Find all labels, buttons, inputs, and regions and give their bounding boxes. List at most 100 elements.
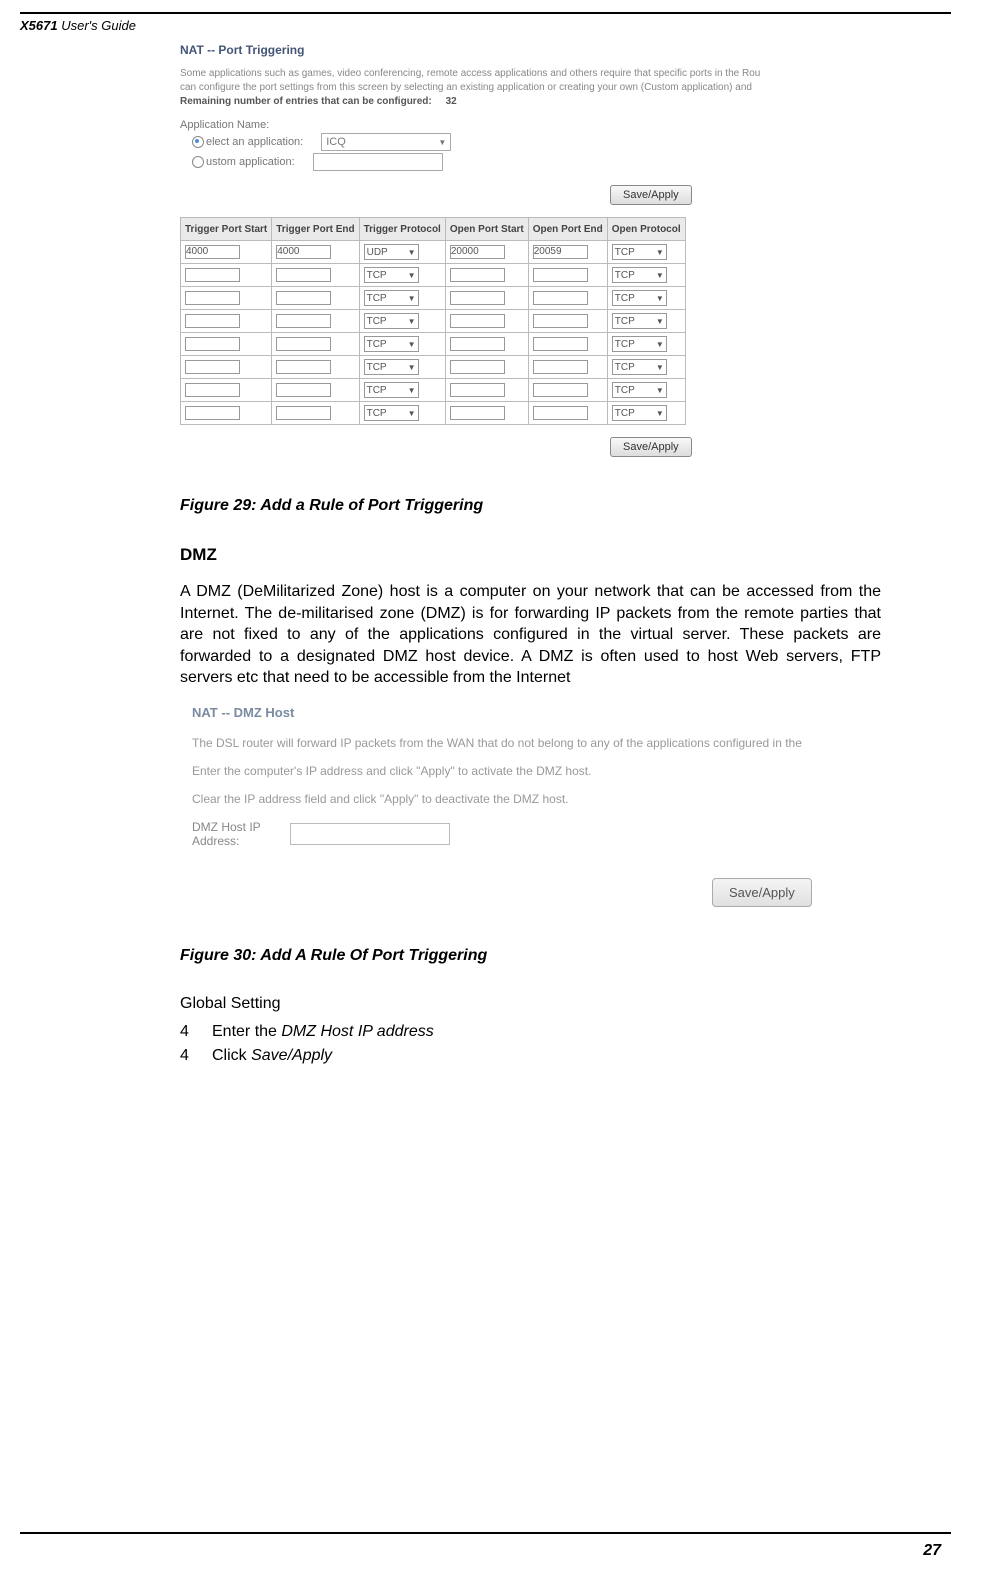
step-1-text: Enter the DMZ Host IP address (212, 1023, 434, 1041)
table-row: TCP▼ TCP▼ (181, 287, 686, 310)
port-input[interactable]: 20059 (533, 245, 588, 259)
port-input[interactable] (533, 314, 588, 328)
chevron-down-icon: ▼ (408, 363, 416, 372)
chevron-down-icon: ▼ (656, 294, 664, 303)
step-2-text: Click Save/Apply (212, 1047, 332, 1065)
port-input[interactable] (185, 360, 240, 374)
select-app-label: elect an application: (206, 136, 303, 148)
protocol-select[interactable]: TCP▼ (612, 244, 667, 260)
product-name: X5671 (20, 18, 58, 33)
port-input[interactable] (276, 337, 331, 351)
custom-application-input[interactable] (313, 153, 443, 171)
protocol-select[interactable]: TCP▼ (612, 290, 667, 306)
port-triggering-table: Trigger Port Start Trigger Port End Trig… (180, 217, 686, 425)
chevron-down-icon: ▼ (656, 409, 664, 418)
chevron-down-icon: ▼ (438, 138, 446, 147)
port-input[interactable] (185, 383, 240, 397)
protocol-select[interactable]: TCP▼ (612, 313, 667, 329)
chevron-down-icon: ▼ (408, 340, 416, 349)
protocol-select[interactable]: TCP▼ (364, 313, 419, 329)
chevron-down-icon: ▼ (408, 271, 416, 280)
protocol-select[interactable]: TCP▼ (612, 405, 667, 421)
table-row: TCP▼ TCP▼ (181, 333, 686, 356)
port-input[interactable] (185, 268, 240, 282)
port-input[interactable] (533, 383, 588, 397)
app-name-label: Application Name: (180, 119, 881, 131)
chevron-down-icon: ▼ (408, 248, 416, 257)
chevron-down-icon: ▼ (656, 248, 664, 257)
chevron-down-icon: ▼ (656, 386, 664, 395)
port-input[interactable] (450, 406, 505, 420)
port-input[interactable] (185, 291, 240, 305)
protocol-select[interactable]: TCP▼ (364, 382, 419, 398)
port-input[interactable] (185, 406, 240, 420)
col-trigger-port-start: Trigger Port Start (181, 218, 272, 241)
guide-rest: User's Guide (58, 18, 136, 33)
dmz-save-apply-button[interactable]: Save/Apply (712, 878, 812, 907)
table-row: TCP▼ TCP▼ (181, 310, 686, 333)
col-open-port-end: Open Port End (528, 218, 607, 241)
port-input[interactable] (276, 383, 331, 397)
protocol-select[interactable]: TCP▼ (612, 359, 667, 375)
chevron-down-icon: ▼ (408, 409, 416, 418)
dmz-host-ip-input[interactable] (290, 823, 450, 845)
col-trigger-protocol: Trigger Protocol (359, 218, 445, 241)
port-input[interactable] (450, 314, 505, 328)
dmz-host-screenshot: NAT -- DMZ Host The DSL router will forw… (192, 705, 881, 907)
protocol-select[interactable]: TCP▼ (364, 405, 419, 421)
port-input[interactable] (450, 268, 505, 282)
port-input[interactable]: 4000 (276, 245, 331, 259)
protocol-select[interactable]: TCP▼ (364, 359, 419, 375)
protocol-select[interactable]: TCP▼ (364, 336, 419, 352)
chevron-down-icon: ▼ (408, 294, 416, 303)
radio-custom-application-icon[interactable] (192, 156, 204, 168)
port-input[interactable] (185, 337, 240, 351)
protocol-select[interactable]: TCP▼ (612, 336, 667, 352)
port-input[interactable] (533, 406, 588, 420)
page-number: 27 (923, 1542, 941, 1560)
dmz-heading: DMZ (180, 545, 881, 565)
custom-app-label: ustom application: (206, 156, 295, 168)
port-input[interactable] (533, 360, 588, 374)
protocol-select[interactable]: TCP▼ (612, 267, 667, 283)
protocol-select[interactable]: TCP▼ (612, 382, 667, 398)
step-2-number: 4 (180, 1047, 212, 1065)
port-input[interactable] (185, 314, 240, 328)
port-input[interactable] (533, 268, 588, 282)
port-input[interactable] (450, 383, 505, 397)
port-input[interactable] (276, 360, 331, 374)
port-input[interactable] (533, 291, 588, 305)
port-input[interactable]: 4000 (185, 245, 240, 259)
dmz-line2: Enter the computer's IP address and clic… (192, 764, 881, 778)
save-apply-button-bottom[interactable]: Save/Apply (610, 437, 692, 457)
port-input[interactable] (533, 337, 588, 351)
chevron-down-icon: ▼ (656, 363, 664, 372)
protocol-select[interactable]: TCP▼ (364, 290, 419, 306)
nat-dmz-title: NAT -- DMZ Host (192, 705, 881, 720)
port-input[interactable] (276, 291, 331, 305)
figure-30-caption: Figure 30: Add A Rule Of Port Triggering (180, 947, 881, 965)
protocol-select[interactable]: UDP▼ (364, 244, 419, 260)
dmz-body: A DMZ (DeMilitarized Zone) host is a com… (180, 581, 881, 689)
port-input[interactable]: 20000 (450, 245, 505, 259)
col-trigger-port-end: Trigger Port End (272, 218, 359, 241)
step-1-number: 4 (180, 1023, 212, 1041)
port-input[interactable] (276, 314, 331, 328)
figure-29-caption: Figure 29: Add a Rule of Port Triggering (180, 497, 881, 515)
port-input[interactable] (450, 291, 505, 305)
port-input[interactable] (450, 360, 505, 374)
table-row: TCP▼ TCP▼ (181, 264, 686, 287)
port-input[interactable] (450, 337, 505, 351)
port-input[interactable] (276, 268, 331, 282)
protocol-select[interactable]: TCP▼ (364, 267, 419, 283)
port-triggering-screenshot: NAT -- Port Triggering Some applications… (180, 43, 881, 457)
save-apply-button-top[interactable]: Save/Apply (610, 185, 692, 205)
table-row: TCP▼ TCP▼ (181, 356, 686, 379)
col-open-port-start: Open Port Start (445, 218, 528, 241)
application-select[interactable]: ICQ▼ (321, 133, 451, 151)
chevron-down-icon: ▼ (408, 386, 416, 395)
radio-select-application-icon[interactable] (192, 136, 204, 148)
col-open-protocol: Open Protocol (607, 218, 685, 241)
table-row: 4000 4000 UDP▼ 20000 20059 TCP▼ (181, 241, 686, 264)
port-input[interactable] (276, 406, 331, 420)
